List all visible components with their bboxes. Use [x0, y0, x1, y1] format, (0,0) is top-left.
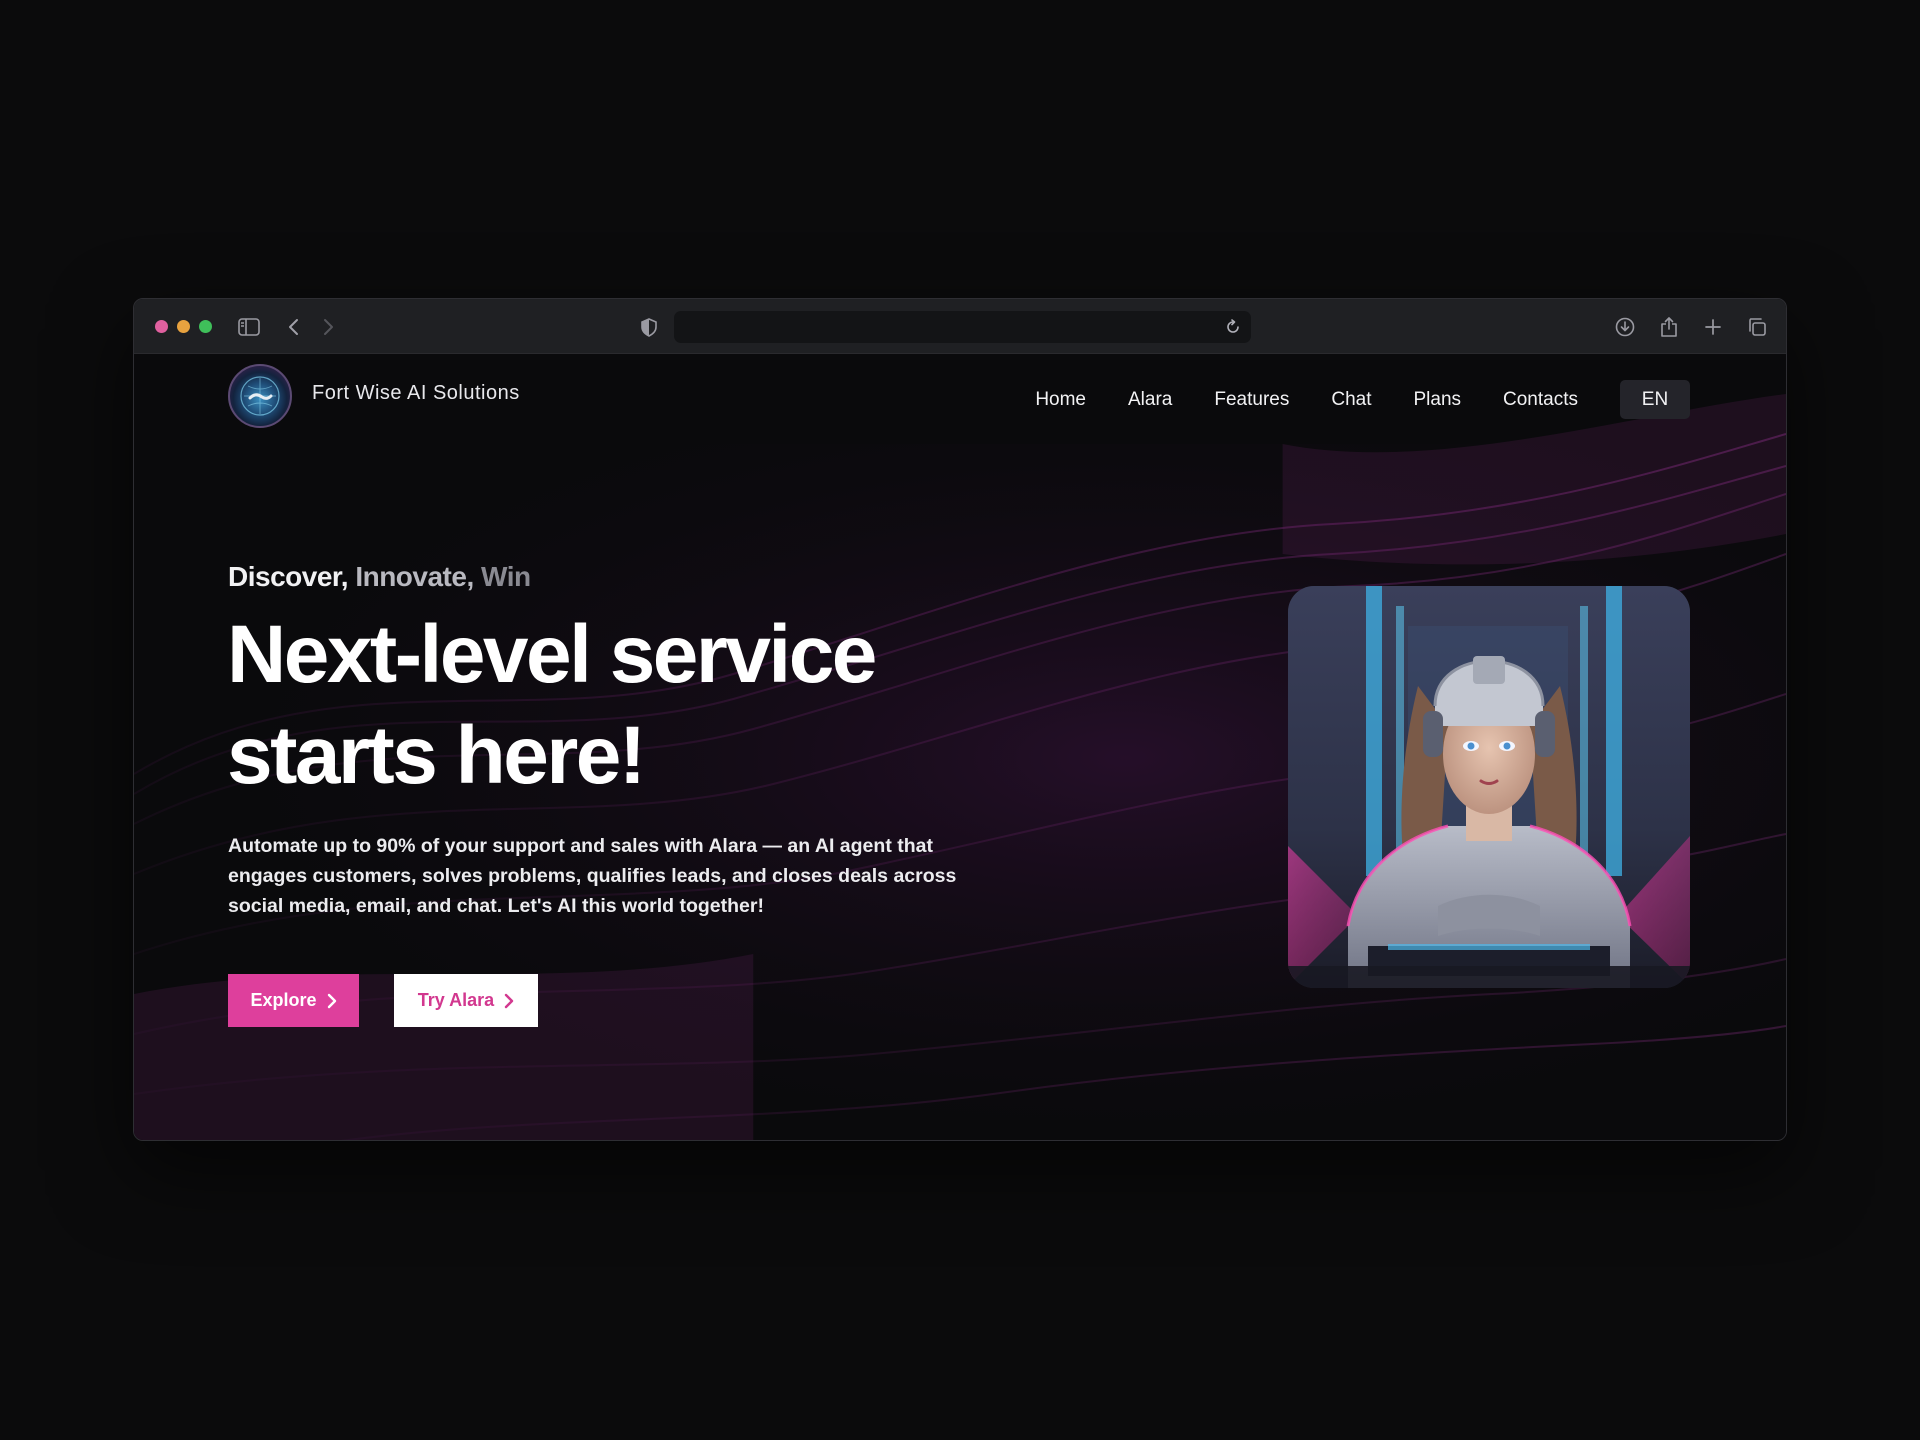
- headline-line-1: Next-level service: [227, 609, 877, 700]
- try-alara-button-label: Try Alara: [417, 990, 495, 1010]
- nav-item-home[interactable]: Home: [1035, 389, 1086, 411]
- window-controls: [155, 320, 212, 333]
- web-page: Fort Wise AI Solutions Home Alara Featur…: [134, 354, 1786, 1140]
- forward-icon[interactable]: [316, 315, 340, 339]
- hero-eyebrow: Discover, Innovate, Win: [228, 561, 531, 593]
- eyebrow-word-innovate: Innovate,: [355, 561, 474, 592]
- tabs-overview-icon[interactable]: [1745, 315, 1769, 339]
- nav-item-chat[interactable]: Chat: [1331, 389, 1371, 411]
- brand-logo[interactable]: [228, 364, 292, 428]
- nav-item-features[interactable]: Features: [1214, 389, 1289, 411]
- explore-button-label: Explore: [250, 990, 317, 1010]
- browser-window: Fort Wise AI Solutions Home Alara Featur…: [133, 298, 1787, 1141]
- main-menu: Home Alara Features Chat Plans Contacts …: [993, 380, 1690, 419]
- nav-item-alara[interactable]: Alara: [1128, 389, 1172, 411]
- handshake-globe-icon: [240, 376, 280, 416]
- zoom-window-button[interactable]: [199, 320, 212, 333]
- try-alara-button[interactable]: Try Alara: [394, 974, 538, 1027]
- sidebar-toggle-icon[interactable]: [237, 315, 261, 339]
- reload-icon[interactable]: [1221, 315, 1245, 339]
- top-navigation: Fort Wise AI Solutions Home Alara Featur…: [134, 354, 1786, 444]
- explore-button[interactable]: Explore: [228, 974, 359, 1027]
- privacy-shield-icon[interactable]: [637, 315, 661, 339]
- headline-line-2: starts here!: [227, 710, 646, 801]
- brand-name[interactable]: Fort Wise AI Solutions: [312, 382, 520, 405]
- download-icon[interactable]: [1613, 315, 1637, 339]
- share-icon[interactable]: [1657, 315, 1681, 339]
- eyebrow-word-discover: Discover,: [228, 561, 349, 592]
- new-tab-icon[interactable]: [1701, 315, 1725, 339]
- back-icon[interactable]: [282, 315, 306, 339]
- alara-robot-illustration: [1288, 586, 1690, 988]
- chevron-right-icon: [327, 993, 336, 1008]
- hero-headline: Next-level service starts here!: [227, 604, 1047, 806]
- close-window-button[interactable]: [155, 320, 168, 333]
- chevron-right-icon: [504, 993, 514, 1008]
- nav-item-contacts[interactable]: Contacts: [1503, 389, 1578, 411]
- address-bar[interactable]: [674, 311, 1251, 343]
- language-selector[interactable]: EN: [1620, 380, 1690, 419]
- minimize-window-button[interactable]: [177, 320, 190, 333]
- browser-toolbar: [134, 299, 1786, 354]
- robot-woman-image: [1288, 586, 1690, 988]
- hero-description: Automate up to 90% of your support and s…: [228, 835, 957, 917]
- eyebrow-word-win: Win: [481, 561, 531, 592]
- nav-item-plans[interactable]: Plans: [1413, 389, 1461, 411]
